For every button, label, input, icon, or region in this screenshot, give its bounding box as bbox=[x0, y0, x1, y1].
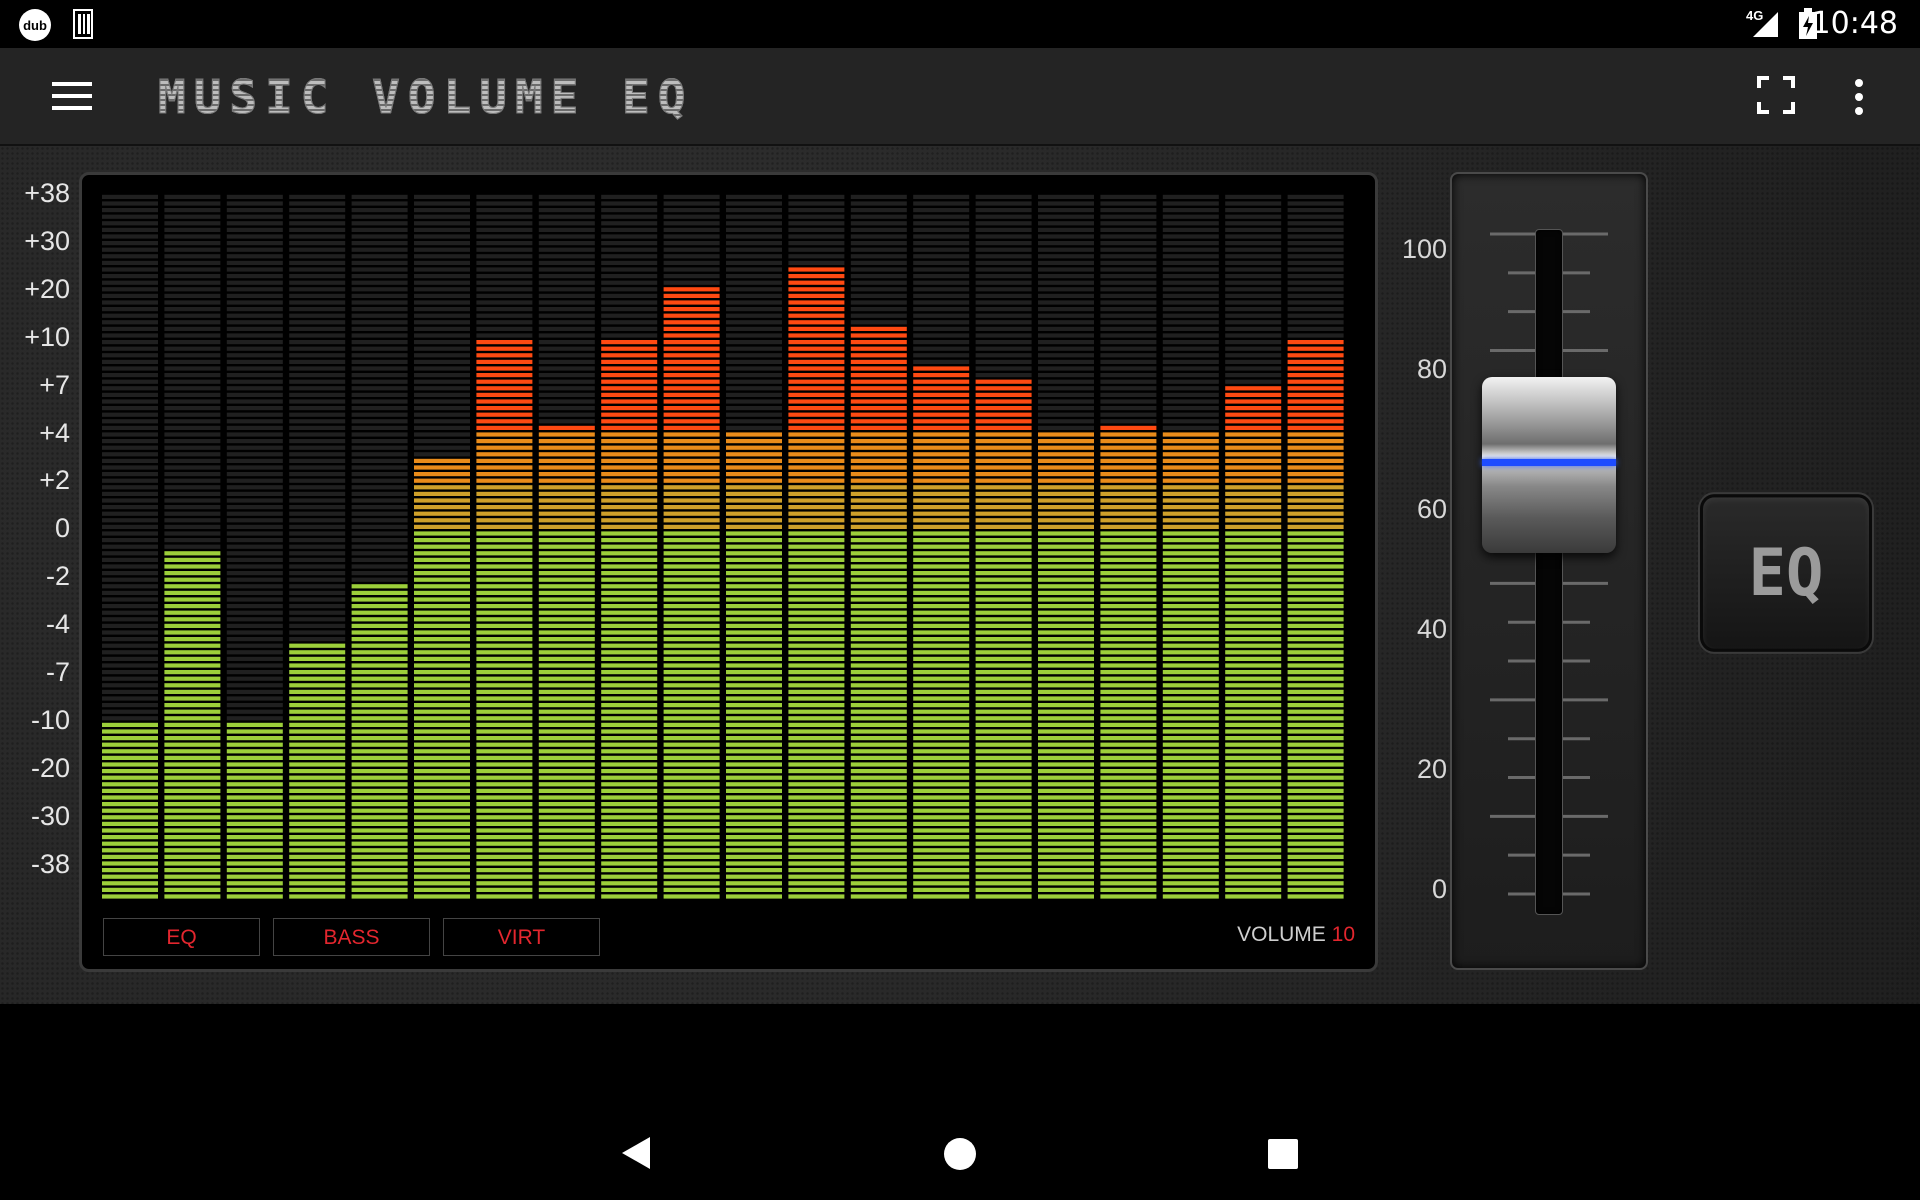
eq-band-17[interactable] bbox=[1100, 194, 1157, 899]
db-scale-label: -30 bbox=[30, 800, 70, 831]
eq-band-14[interactable] bbox=[913, 194, 970, 899]
db-scale-label: +10 bbox=[24, 321, 70, 352]
preset-button-bass[interactable]: BASS bbox=[273, 918, 430, 956]
eq-band-5[interactable] bbox=[351, 194, 408, 899]
eq-band-8[interactable] bbox=[538, 194, 595, 899]
volume-readout: VOLUME 10 bbox=[1237, 923, 1355, 947]
db-scale-label: -38 bbox=[30, 848, 70, 879]
volume-scale-label: 0 bbox=[1431, 874, 1447, 904]
eq-band-13[interactable] bbox=[850, 194, 907, 899]
app-title: MUSIC VOLUME EQ bbox=[157, 70, 694, 125]
eq-band-19[interactable] bbox=[1225, 194, 1282, 899]
eq-toggle-button[interactable]: EQ bbox=[1700, 494, 1872, 652]
volume-scale-label: 60 bbox=[1416, 494, 1447, 524]
eq-band-10[interactable] bbox=[663, 194, 720, 899]
db-scale-label: -7 bbox=[45, 657, 70, 687]
eq-band-6[interactable] bbox=[414, 194, 470, 899]
preset-button-eq[interactable]: EQ bbox=[103, 918, 260, 956]
eq-band-9[interactable] bbox=[601, 194, 658, 899]
equalizer-bars bbox=[102, 194, 1344, 899]
navigation-bar bbox=[0, 1004, 1920, 1200]
eq-band-2[interactable] bbox=[164, 194, 221, 899]
eq-band-3[interactable] bbox=[226, 194, 283, 899]
slider-thumb-indicator bbox=[1482, 458, 1616, 466]
fullscreen-icon[interactable] bbox=[1757, 76, 1795, 114]
eq-band-16[interactable] bbox=[1038, 194, 1094, 899]
eq-band-7[interactable] bbox=[476, 194, 533, 899]
db-scale-label: +30 bbox=[24, 225, 70, 256]
eq-band-20[interactable] bbox=[1287, 194, 1344, 899]
eq-band-18[interactable] bbox=[1162, 194, 1219, 899]
equalizer-display: EQ BASS VIRT VOLUME 10 bbox=[79, 172, 1378, 972]
eq-band-11[interactable] bbox=[726, 194, 782, 899]
volume-scale-label: 80 bbox=[1416, 354, 1447, 384]
db-scale-label: +20 bbox=[24, 273, 70, 304]
back-icon[interactable] bbox=[620, 1135, 652, 1171]
db-scale-label: +38 bbox=[24, 178, 70, 208]
db-scale-label: +2 bbox=[39, 465, 70, 496]
eq-band-12[interactable] bbox=[788, 194, 845, 899]
db-scale-label: +7 bbox=[39, 369, 70, 400]
volume-scale-label: 20 bbox=[1416, 754, 1447, 784]
signal-4g-icon bbox=[1753, 12, 1778, 37]
status-time: 10:48 bbox=[1811, 6, 1898, 41]
db-scale-label: 0 bbox=[54, 513, 70, 544]
svg-text:dub: dub bbox=[23, 18, 47, 33]
eq-band-15[interactable] bbox=[975, 194, 1032, 899]
preset-button-virt[interactable]: VIRT bbox=[443, 918, 600, 956]
dub-icon: dub bbox=[19, 9, 51, 41]
barcode-icon bbox=[73, 9, 93, 39]
volume-slider[interactable] bbox=[1450, 172, 1648, 970]
menu-icon[interactable] bbox=[52, 82, 92, 110]
db-scale-label: -10 bbox=[30, 704, 70, 735]
slider-thumb[interactable] bbox=[1482, 376, 1616, 553]
eq-band-1[interactable] bbox=[102, 194, 158, 899]
db-scale-label: -4 bbox=[45, 609, 70, 640]
volume-scale-label: 40 bbox=[1416, 614, 1447, 644]
volume-value: 10 bbox=[1331, 923, 1355, 946]
eq-band-4[interactable] bbox=[289, 194, 346, 899]
recents-icon[interactable] bbox=[1268, 1139, 1298, 1169]
slider-track[interactable] bbox=[1535, 229, 1563, 915]
db-scale-label: -20 bbox=[30, 752, 70, 783]
overflow-menu-icon[interactable] bbox=[1852, 78, 1866, 116]
app-bar: MUSIC VOLUME EQ bbox=[0, 48, 1920, 146]
volume-label: VOLUME bbox=[1237, 923, 1326, 946]
status-bar: dub 4G 10:48 bbox=[0, 0, 1920, 48]
db-scale-label: -2 bbox=[45, 561, 70, 592]
db-scale-label: +4 bbox=[39, 417, 70, 448]
volume-scale-label: 100 bbox=[1401, 234, 1447, 264]
home-icon[interactable] bbox=[943, 1137, 977, 1171]
